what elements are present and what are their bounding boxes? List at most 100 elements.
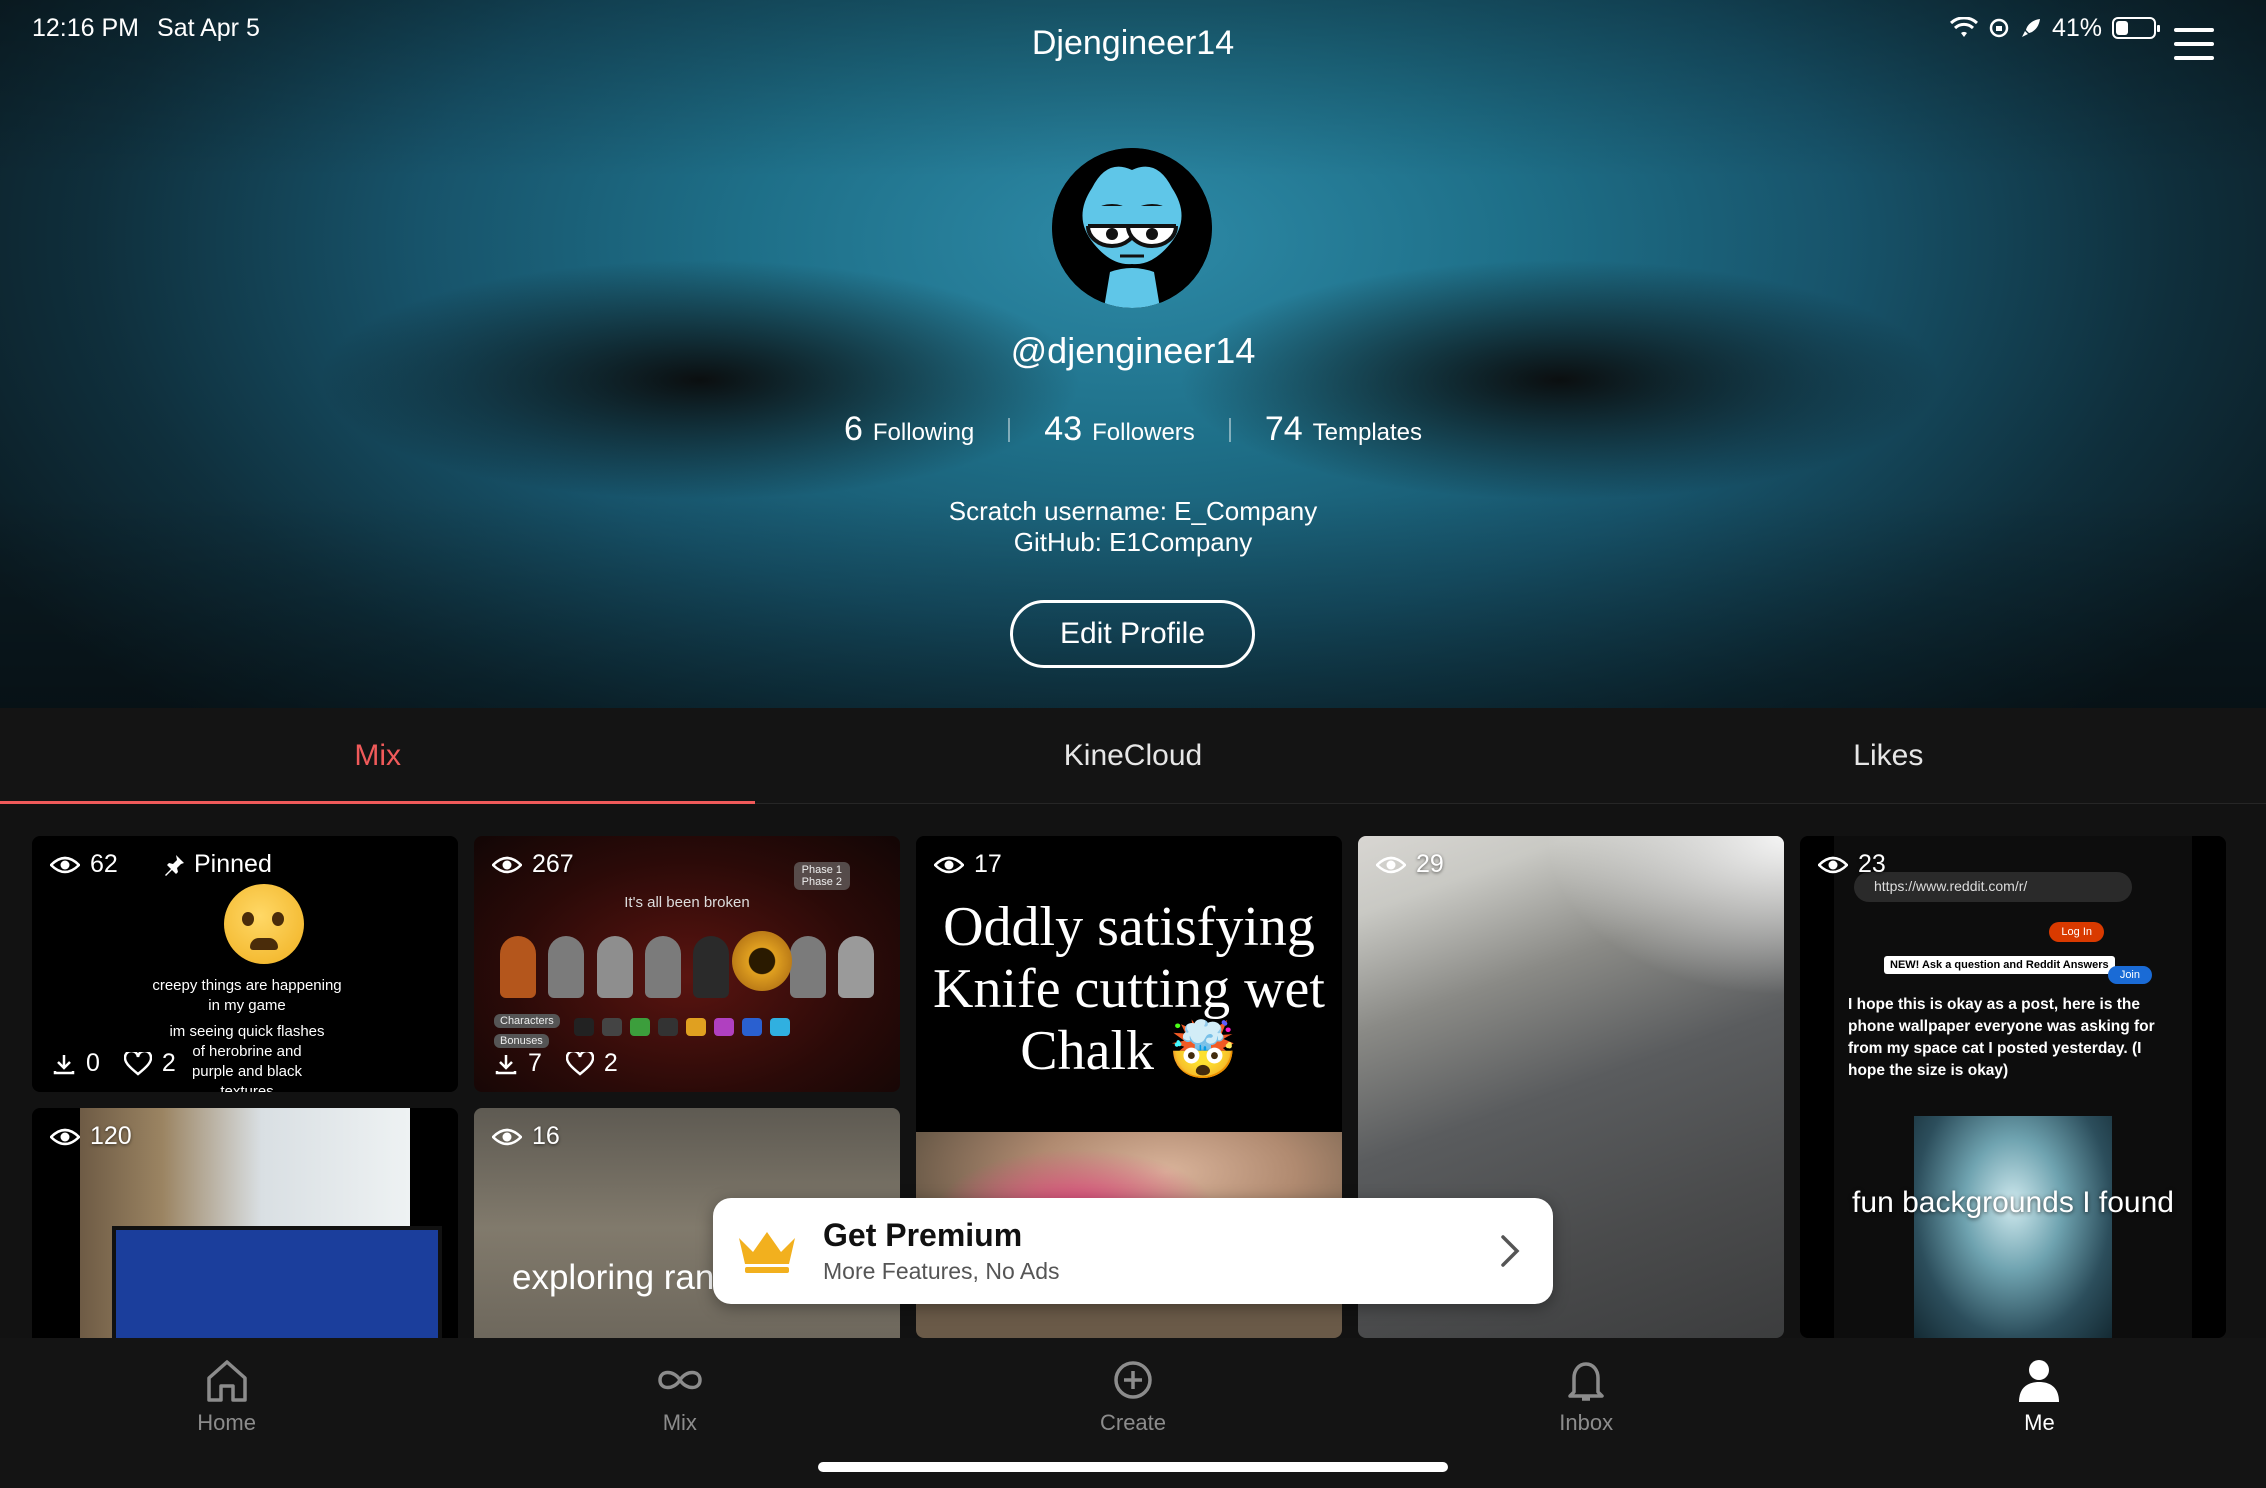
tab-likes[interactable]: Likes [1511, 708, 2266, 803]
view-count-value: 16 [532, 1122, 560, 1150]
pinned-badge: Pinned [162, 850, 272, 879]
tab-kinecloud[interactable]: KineCloud [755, 708, 1510, 803]
nav-label: Inbox [1559, 1410, 1614, 1435]
nav-label: Home [197, 1410, 256, 1435]
stat-divider [1008, 417, 1011, 442]
card-text: textures [220, 1083, 274, 1092]
nav-label: Create [1099, 1410, 1167, 1435]
like-count: 2 [603, 1049, 618, 1077]
heart-icon [123, 1051, 152, 1076]
eye-icon [50, 1128, 80, 1145]
view-count: 120 [50, 1122, 132, 1151]
chevron-right-icon [1501, 1235, 1520, 1267]
card-text: in my game [208, 997, 286, 1014]
stat-following[interactable]: 6 Following [844, 410, 974, 449]
card-stats: 0 2 [52, 1049, 176, 1078]
phone-screenshot: https://www.reddit.com/r/ Log In NEW! As… [1834, 836, 2192, 1338]
view-count-value: 23 [1858, 850, 1886, 878]
like-count: 2 [161, 1049, 176, 1077]
view-count: 267 [492, 850, 574, 879]
avatar-character-icon [1052, 148, 1212, 308]
card-overlay-text: fun backgrounds I found [1852, 1186, 2174, 1219]
profile-bio: Scratch username: E_Company GitHub: E1Co… [0, 496, 2266, 558]
stat-templates[interactable]: 74 Templates [1265, 410, 1422, 449]
login-pill: Log In [2049, 922, 2104, 942]
crown-icon [739, 1232, 795, 1273]
get-premium-banner[interactable]: Get Premium More Features, No Ads [713, 1198, 1553, 1304]
nav-label: Me [2024, 1410, 2055, 1435]
stat-divider [1228, 417, 1231, 442]
join-pill: Join [2107, 966, 2152, 984]
premium-subtitle: More Features, No Ads [823, 1258, 1060, 1284]
headline-line: Knife cutting wet [933, 958, 1325, 1020]
bluescreen-image [112, 1226, 442, 1338]
sound-tray [574, 1018, 790, 1036]
view-count-value: 120 [90, 1122, 132, 1150]
bio-line: Scratch username: E_Company [948, 496, 1318, 526]
card-headline: Oddly satisfying Knife cutting wet Chalk… [916, 896, 1342, 1082]
view-count: 23 [1818, 850, 1886, 879]
spiked-sun-icon [732, 931, 792, 991]
stat-followers[interactable]: 43 Followers [1044, 410, 1195, 449]
bio-line: GitHub: E1Company [1013, 527, 1253, 557]
profile-tabs: Mix KineCloud Likes [0, 708, 2266, 804]
phase-label: Phase 1 Phase 2 [793, 862, 850, 890]
project-card[interactable]: 120 [32, 1108, 458, 1338]
view-count: 62 [50, 850, 118, 879]
space-cat-image [1914, 1116, 2112, 1338]
project-card[interactable]: creepy things are happening in my game i… [32, 836, 458, 1092]
card-text: creepy things are happening [152, 977, 342, 994]
download-count: 7 [528, 1049, 542, 1077]
profile-banner: 12:16 PM Sat Apr 5 41% Djengineer14 @dje… [0, 0, 2266, 708]
eye-icon [50, 856, 80, 873]
card-text: im seeing quick flashes [169, 1023, 325, 1040]
card-caption: exploring ran [512, 1258, 715, 1297]
phase-2-label: Phase 2 [801, 876, 842, 888]
view-count: 29 [1376, 850, 1444, 879]
edit-profile-button[interactable]: Edit Profile [1010, 600, 1255, 668]
characters-chip: Characters [494, 1014, 560, 1028]
home-icon [206, 1360, 247, 1402]
home-indicator[interactable] [818, 1462, 1448, 1472]
eye-icon [934, 856, 964, 873]
nav-home[interactable]: Home [0, 1338, 453, 1488]
stat-count: 6 [843, 410, 863, 448]
pin-icon [165, 854, 184, 876]
eye-icon [492, 1128, 522, 1145]
eye-icon [1818, 856, 1848, 873]
plus-circle-icon [1114, 1361, 1152, 1399]
view-count-value: 267 [532, 850, 574, 878]
tab-mix[interactable]: Mix [0, 708, 756, 804]
download-icon [495, 1054, 517, 1074]
url-bar: https://www.reddit.com/r/ [1854, 872, 2132, 902]
page-title: Djengineer14 [1031, 24, 1235, 62]
stat-label: Followers [1092, 419, 1195, 446]
view-count-value: 62 [90, 850, 118, 878]
profile-handle: @djengineer14 [1010, 330, 1256, 371]
download-icon [53, 1054, 75, 1074]
game-title: It's all been broken [624, 894, 750, 911]
person-icon [2019, 1360, 2060, 1402]
avatar[interactable] [1052, 148, 1212, 308]
nav-label: Mix [662, 1410, 697, 1435]
stat-count: 74 [1264, 410, 1303, 448]
character-row [494, 936, 880, 998]
project-card[interactable]: https://www.reddit.com/r/ Log In NEW! As… [1800, 836, 2226, 1338]
infinity-icon [658, 1370, 702, 1390]
pinned-label: Pinned [194, 850, 272, 878]
profile-stats: 6 Following 43 Followers 74 Templates [0, 410, 2266, 449]
bonuses-chip: Bonuses [494, 1034, 549, 1048]
view-count-value: 29 [1416, 850, 1444, 878]
stat-label: Templates [1312, 419, 1423, 446]
menu-button[interactable] [2174, 28, 2214, 60]
stat-count: 43 [1044, 410, 1083, 448]
bell-icon [1568, 1362, 1604, 1401]
notice-tooltip: NEW! Ask a question and Reddit Answers [1884, 956, 2115, 974]
project-card[interactable]: It's all been broken Phase 1 Phase 2 Cha… [474, 836, 900, 1092]
view-count: 16 [492, 1122, 560, 1151]
headline-line: Oddly satisfying [943, 896, 1315, 958]
nav-me[interactable]: Me [1813, 1338, 2266, 1488]
headline-line: Chalk 🤯 [1020, 1020, 1238, 1082]
download-count: 0 [86, 1049, 100, 1077]
scared-emoji-icon [224, 884, 304, 964]
